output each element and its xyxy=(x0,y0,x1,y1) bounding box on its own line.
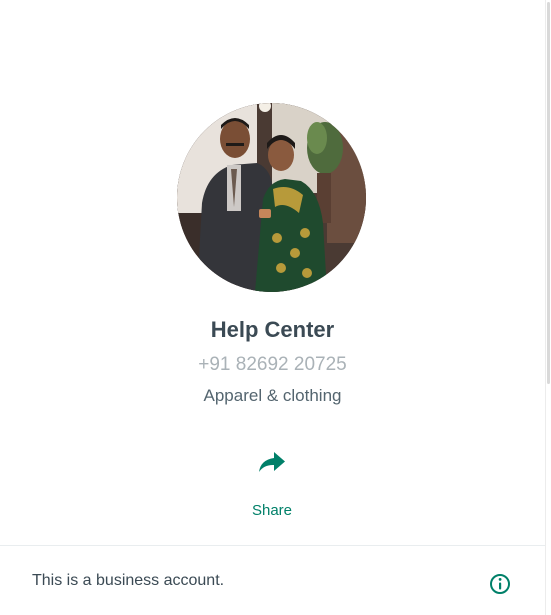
scrollbar[interactable] xyxy=(545,0,551,615)
share-label: Share xyxy=(251,502,293,519)
info-icon[interactable] xyxy=(489,573,511,595)
share-button[interactable]: Share xyxy=(232,442,312,526)
profile-avatar[interactable] xyxy=(177,103,366,292)
profile-photo xyxy=(177,103,366,292)
scrollbar-thumb[interactable] xyxy=(547,2,550,384)
contact-name: Help Center xyxy=(210,317,335,342)
business-account-row: This is a business account. xyxy=(0,546,545,615)
share-arrow-icon xyxy=(259,452,285,472)
contact-phone: +91 82692 20725 xyxy=(198,354,347,375)
business-account-notice: This is a business account. xyxy=(32,572,225,589)
contact-info-panel: Help Center +91 82692 20725 Apparel & cl… xyxy=(0,0,551,615)
business-category: Apparel & clothing xyxy=(203,386,342,405)
